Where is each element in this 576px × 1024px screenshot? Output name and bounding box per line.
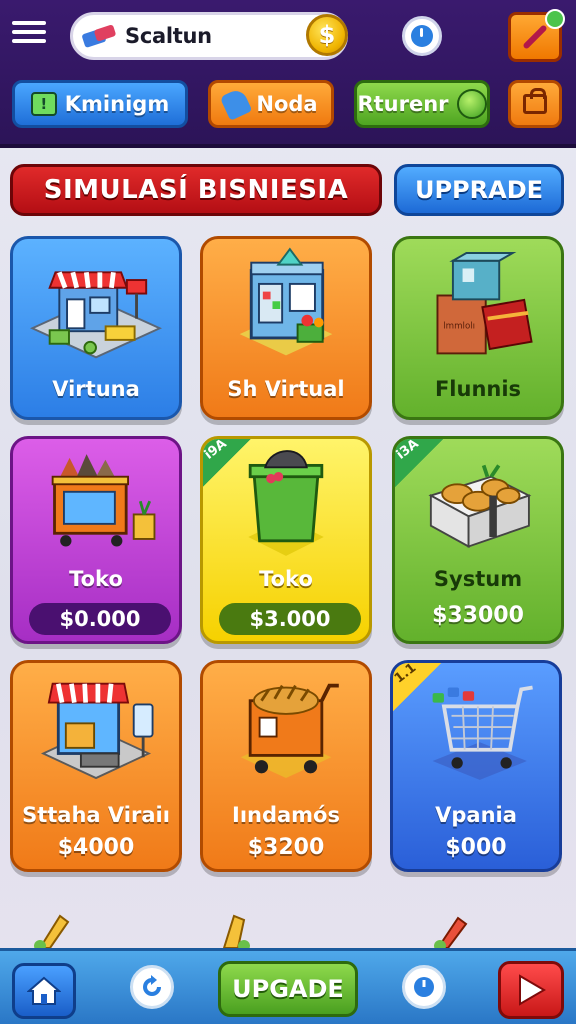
nav-button-bag[interactable] bbox=[508, 80, 562, 128]
card-name: Toko bbox=[69, 567, 123, 591]
coin-icon[interactable]: $ bbox=[306, 14, 348, 56]
home-icon bbox=[27, 976, 61, 1005]
nav-button-noda[interactable]: Noda bbox=[208, 80, 334, 128]
hamburger-menu-icon[interactable] bbox=[10, 16, 48, 54]
vending-shop-icon bbox=[239, 247, 333, 356]
trash-bin-icon bbox=[248, 450, 324, 556]
magic-wand-icon[interactable] bbox=[508, 9, 565, 62]
kiosk-icon bbox=[40, 682, 154, 780]
shop-stall-icon bbox=[29, 271, 163, 359]
hand-icon bbox=[220, 87, 253, 121]
refresh-icon bbox=[143, 975, 161, 996]
business-card-indamos[interactable]: Iındamós $3200 bbox=[200, 660, 372, 872]
notification-dot bbox=[545, 9, 565, 29]
card-name: Systum bbox=[433, 567, 523, 591]
boxes-icon: lmmlolı bbox=[436, 252, 533, 355]
card-name: Sh Virtual bbox=[227, 377, 345, 401]
decorative-rocket-icon bbox=[222, 914, 250, 950]
clock-icon bbox=[414, 977, 434, 997]
business-card-virtuna[interactable]: Virtuna bbox=[10, 236, 182, 420]
card-name: Flunnis bbox=[434, 377, 522, 401]
bread-cart-icon bbox=[240, 683, 339, 779]
food-box-icon bbox=[428, 464, 532, 549]
shopping-cart-icon bbox=[432, 685, 533, 780]
bottom-bar: UPGADE bbox=[0, 948, 576, 1024]
card-price: $000 bbox=[445, 835, 507, 860]
decorative-rocket-icon bbox=[434, 916, 468, 950]
globe-icon bbox=[456, 89, 487, 119]
nav-button-kminigm[interactable]: ! Kminigm bbox=[12, 80, 188, 128]
business-card-toko-2[interactable]: i9A Toko $3.000 bbox=[200, 436, 372, 644]
warning-icon: ! bbox=[30, 92, 57, 116]
nav-label: Noda bbox=[256, 92, 318, 116]
business-card-sh-virtual[interactable]: Sh Virtual bbox=[200, 236, 372, 420]
timer-icon[interactable] bbox=[402, 16, 442, 56]
card-price: $4000 bbox=[57, 835, 135, 860]
market-cart-icon bbox=[51, 454, 156, 547]
bag-icon bbox=[523, 88, 547, 114]
card-name: Vpania bbox=[435, 803, 517, 827]
card-name: Iındamós bbox=[232, 803, 340, 827]
card-price: $0.000 bbox=[29, 603, 171, 635]
card-name: Virtuna bbox=[52, 377, 140, 401]
business-card-vpania[interactable]: 1.1 Vpania $000 bbox=[390, 660, 562, 872]
business-card-sttaha-virail[interactable]: Sttaha Viraiı $4000 bbox=[10, 660, 182, 872]
timer-button[interactable] bbox=[402, 965, 446, 1009]
business-card-systum[interactable]: i3A Systum $33000 bbox=[392, 436, 564, 644]
nav-button-rturenr[interactable]: Rturenr bbox=[354, 80, 490, 128]
refresh-button[interactable] bbox=[130, 965, 174, 1009]
nav-label: Kminigm bbox=[64, 92, 170, 116]
business-card-flunnis[interactable]: lmmlolı Flunnis bbox=[392, 236, 564, 420]
business-card-toko-1[interactable]: Toko $0.000 bbox=[10, 436, 182, 644]
play-icon bbox=[519, 974, 546, 1006]
app-logo-icon bbox=[81, 23, 117, 49]
card-price: $33000 bbox=[432, 603, 524, 628]
app-title: Scaltun bbox=[125, 24, 212, 48]
card-name: Toko bbox=[259, 567, 313, 591]
card-price: $3.000 bbox=[219, 603, 361, 635]
nav-label: Rturenr bbox=[357, 92, 449, 116]
home-button[interactable] bbox=[12, 963, 76, 1019]
card-name: Sttaha Viraiı bbox=[22, 803, 170, 827]
top-bar: Scaltun $ ! Kminigm Noda Rturenr bbox=[0, 0, 576, 148]
section-title: SIMULASÍ BISNIESIA bbox=[10, 164, 382, 216]
upgrade-bottom-button[interactable]: UPGADE bbox=[218, 961, 358, 1017]
upgrade-button[interactable]: UPPRADE bbox=[394, 164, 564, 216]
card-price: $3200 bbox=[247, 835, 325, 860]
svg-text:lmmlolı: lmmlolı bbox=[443, 321, 475, 331]
decorative-rocket-icon bbox=[34, 914, 70, 950]
play-button[interactable] bbox=[498, 961, 564, 1019]
